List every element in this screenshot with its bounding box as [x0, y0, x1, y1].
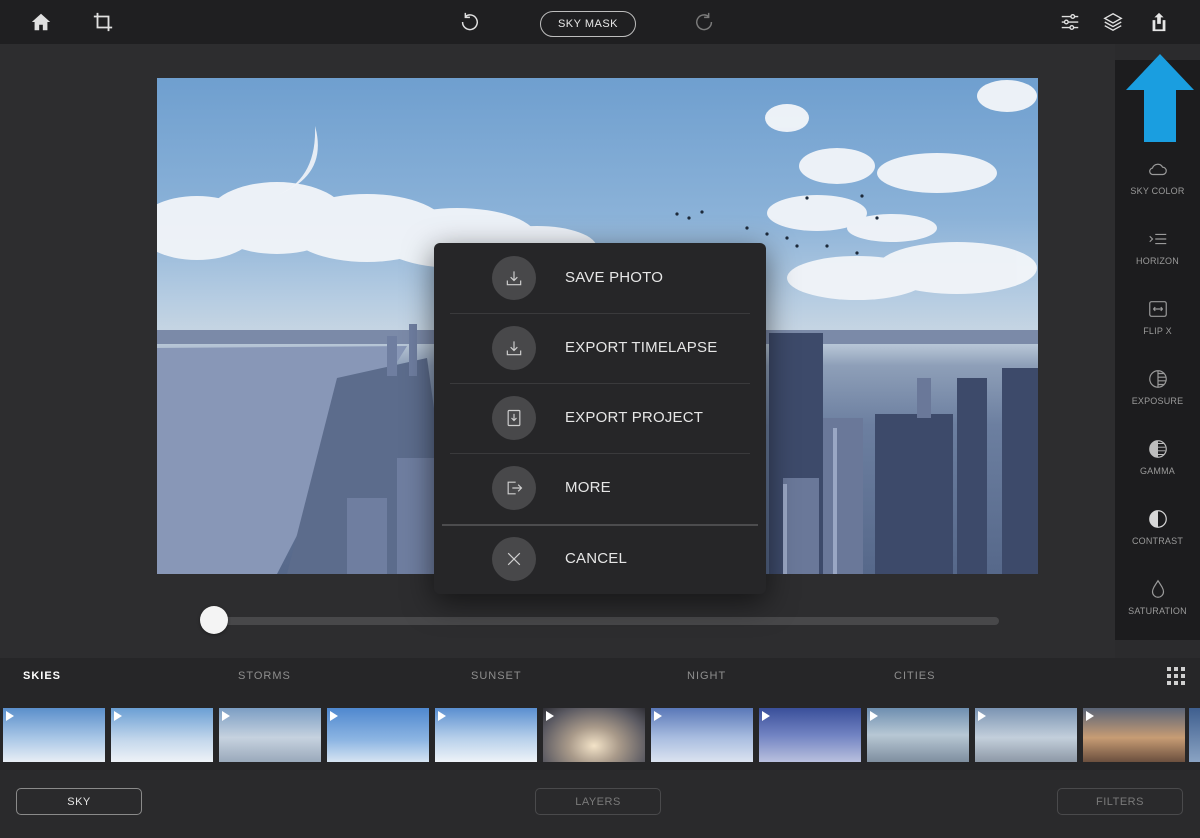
sky-categories: SKIES STORMS SUNSET NIGHT CITIES: [0, 658, 1200, 700]
horizon-icon: [1148, 233, 1166, 245]
sky-thumbnail[interactable]: [1189, 708, 1200, 762]
top-toolbar: SKY MASK: [0, 0, 1200, 44]
sky-thumbnail[interactable]: [327, 708, 429, 762]
home-icon[interactable]: [27, 8, 55, 36]
category-sunset[interactable]: SUNSET: [471, 670, 522, 682]
save-photo-label: SAVE PHOTO: [565, 269, 664, 286]
crop-icon[interactable]: [89, 8, 117, 36]
sky-thumbnail[interactable]: [219, 708, 321, 762]
droplet-icon: [1151, 579, 1164, 598]
play-icon: [546, 711, 554, 721]
export-project-label: EXPORT PROJECT: [565, 409, 704, 426]
play-icon: [222, 711, 230, 721]
sky-color-tool[interactable]: SKY COLOR: [1115, 158, 1200, 218]
exposure-icon: [1148, 370, 1167, 388]
export-icon: [492, 466, 536, 510]
gamma-label: GAMMA: [1139, 466, 1175, 476]
more-option[interactable]: MORE: [434, 453, 766, 523]
gamma-tool[interactable]: GAMMA: [1115, 438, 1200, 498]
sky-thumbnail[interactable]: [975, 708, 1077, 762]
close-icon: [492, 537, 536, 581]
horizon-label: HORIZON: [1136, 256, 1179, 266]
gamma-icon: [1148, 440, 1167, 458]
redo-icon[interactable]: [691, 8, 719, 36]
saturation-label: SATURATION: [1128, 606, 1187, 616]
import-icon: [492, 396, 536, 440]
grid-icon[interactable]: [1167, 667, 1185, 685]
category-storms[interactable]: STORMS: [238, 670, 291, 682]
contrast-tool[interactable]: CONTRAST: [1115, 508, 1200, 568]
sky-thumbnail[interactable]: [867, 708, 969, 762]
download-icon: [492, 256, 536, 300]
flip-x-label: FLIP X: [1143, 326, 1172, 336]
timelapse-slider-track[interactable]: [213, 617, 999, 625]
play-icon: [330, 711, 338, 721]
sky-thumbnail-strip: [0, 700, 1200, 770]
play-icon: [1086, 711, 1094, 721]
share-icon[interactable]: [1145, 8, 1173, 36]
arrow-up-icon: [1126, 54, 1194, 142]
sky-thumbnail[interactable]: [1083, 708, 1185, 762]
layers-tab-button[interactable]: LAYERS: [535, 788, 661, 815]
category-night[interactable]: NIGHT: [687, 670, 726, 682]
contrast-icon: [1148, 510, 1167, 528]
export-project-option[interactable]: EXPORT PROJECT: [434, 383, 766, 453]
play-icon: [654, 711, 662, 721]
sky-thumbnail[interactable]: [111, 708, 213, 762]
export-timelapse-label: EXPORT TIMELAPSE: [565, 339, 718, 356]
category-skies[interactable]: SKIES: [23, 670, 61, 682]
more-label: MORE: [565, 479, 611, 496]
saturation-tool[interactable]: SATURATION: [1115, 578, 1200, 638]
play-icon: [114, 711, 122, 721]
category-cities[interactable]: CITIES: [894, 670, 935, 682]
adjustments-panel: SKY COLOR HORIZON FLIP X EXPOSURE GAMMA …: [1115, 60, 1200, 640]
sliders-icon[interactable]: [1056, 8, 1084, 36]
undo-icon[interactable]: [455, 8, 483, 36]
filters-tab-button[interactable]: FILTERS: [1057, 788, 1183, 815]
sky-color-label: SKY COLOR: [1130, 186, 1185, 196]
exposure-label: EXPOSURE: [1131, 396, 1184, 406]
flip-icon: [1148, 301, 1167, 317]
export-menu: SAVE PHOTO EXPORT TIMELAPSE EXPORT PROJE…: [434, 243, 766, 594]
sky-thumbnail[interactable]: [3, 708, 105, 762]
play-icon: [438, 711, 446, 721]
contrast-label: CONTRAST: [1131, 536, 1184, 546]
sky-thumbnail[interactable]: [651, 708, 753, 762]
sky-tab-button[interactable]: SKY: [16, 788, 142, 815]
horizon-tool[interactable]: HORIZON: [1115, 228, 1200, 288]
sky-thumbnail[interactable]: [543, 708, 645, 762]
sky-thumbnail[interactable]: [435, 708, 537, 762]
export-timelapse-option[interactable]: EXPORT TIMELAPSE: [434, 313, 766, 383]
play-icon: [870, 711, 878, 721]
sky-mask-button[interactable]: SKY MASK: [540, 11, 636, 37]
cloud-icon: [1148, 163, 1167, 176]
play-icon: [978, 711, 986, 721]
play-icon: [6, 711, 14, 721]
timelapse-slider-thumb[interactable]: [200, 606, 228, 634]
bottom-tabs: SKY LAYERS FILTERS: [0, 770, 1200, 838]
cancel-label: CANCEL: [565, 550, 628, 567]
cancel-option[interactable]: CANCEL: [434, 524, 766, 594]
exposure-tool[interactable]: EXPOSURE: [1115, 368, 1200, 428]
download-icon: [492, 326, 536, 370]
play-icon: [762, 711, 770, 721]
layers-icon[interactable]: [1099, 8, 1127, 36]
sky-thumbnail[interactable]: [759, 708, 861, 762]
flip-x-tool[interactable]: FLIP X: [1115, 298, 1200, 358]
save-photo-option[interactable]: SAVE PHOTO: [434, 243, 766, 313]
